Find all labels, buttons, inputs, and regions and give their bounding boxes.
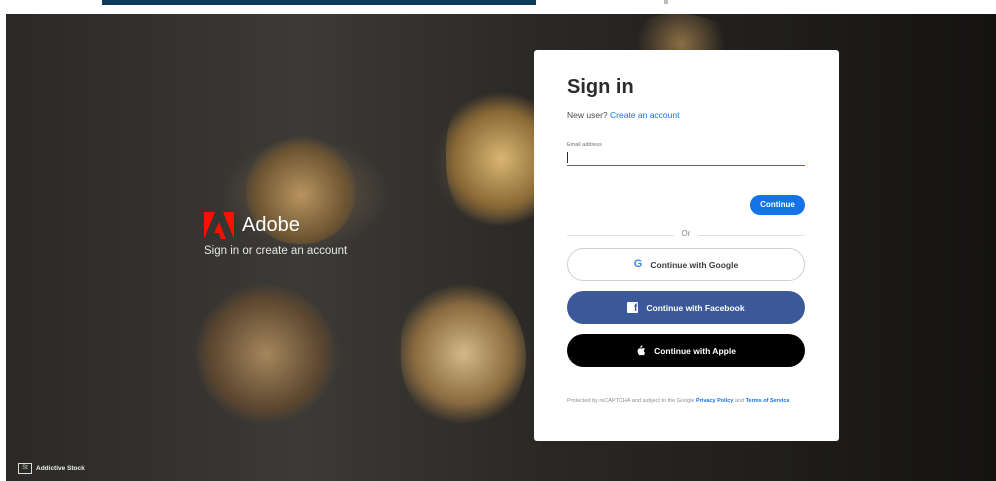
stock-badge[interactable]: St Addictive Stock [18,463,85,474]
apple-button-label: Continue with Apple [654,345,736,356]
terms-of-service-link[interactable]: Terms of Service [746,398,790,404]
email-label: Email address [567,142,602,148]
privacy-policy-link[interactable]: Privacy Policy [696,398,733,404]
continue-with-google-button[interactable]: G Continue with Google [567,248,805,281]
facebook-icon: f [627,302,639,314]
browser-bar-line [102,0,536,5]
legal-text: Protected by reCAPTCHA and subject to th… [567,397,807,406]
apple-icon [637,345,646,356]
new-user-text: New user? [567,110,608,120]
continue-button[interactable]: Continue [750,195,805,215]
signin-card: Sign in New user? Create an account Emai… [534,50,839,441]
stock-logo-icon: St [18,463,32,474]
background-photo [6,14,996,481]
page-title: Sign in [567,76,634,98]
brand-row: Adobe [204,212,347,239]
or-separator: Or [674,229,698,238]
legal-suffix: . [789,398,792,404]
text-cursor [567,152,568,163]
facebook-button-label: Continue with Facebook [646,302,745,313]
brand-name: Adobe [242,214,300,236]
legal-prefix: Protected by reCAPTCHA and subject to th… [567,398,695,404]
new-user-row: New user? Create an account [567,110,679,120]
email-field[interactable] [567,150,805,166]
google-button-label: Continue with Google [650,259,739,270]
top-marker [664,0,668,4]
stock-label: Addictive Stock [36,465,85,472]
create-account-link[interactable]: Create an account [610,110,679,120]
brand-block: Adobe Sign in or create an account [204,212,347,257]
continue-with-apple-button[interactable]: Continue with Apple [567,334,805,367]
legal-and: and [734,398,745,404]
adobe-logo-icon [204,212,234,239]
brand-tagline: Sign in or create an account [204,245,348,257]
pastry-image [401,279,526,429]
continue-with-facebook-button[interactable]: f Continue with Facebook [567,291,805,324]
pastry-image [196,284,336,424]
google-icon: G [633,258,643,270]
